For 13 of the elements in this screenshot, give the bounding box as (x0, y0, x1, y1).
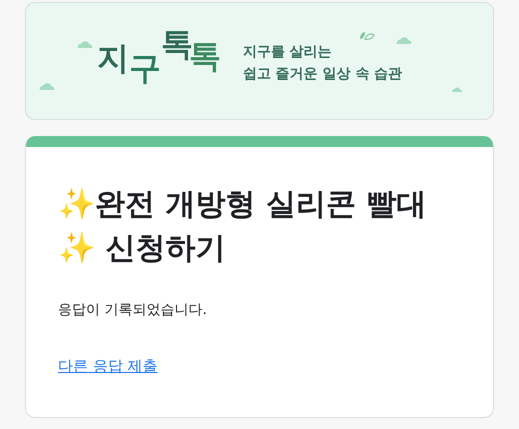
logo-letter: 톡 (160, 28, 193, 60)
leaf-icon (359, 31, 375, 41)
cloud-icon (76, 39, 94, 48)
logo-letter: 지 (96, 42, 129, 74)
confirmation-message: 응답이 기록되었습니다. (58, 301, 207, 319)
logo-letter: 구 (128, 52, 161, 84)
cloud-icon (395, 35, 413, 44)
submit-another-link[interactable]: 다른 응답 제출 (58, 357, 158, 376)
tagline: 쉽고 즐거운 일상 속 습관 (242, 65, 402, 83)
form-title: ✨완전 개방형 실리콘 빨대✨ 신청하기 (58, 186, 428, 268)
tagline: 지구를 살리는 (242, 43, 333, 61)
cloud-icon (451, 86, 463, 92)
cloud-icon (38, 81, 56, 90)
